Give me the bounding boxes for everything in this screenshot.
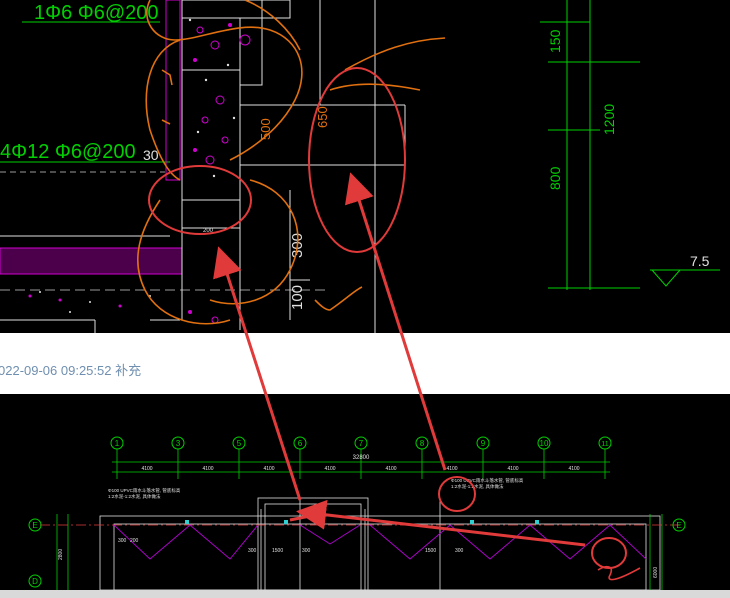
svg-text:800: 800	[547, 166, 563, 190]
orange-markup	[137, 0, 446, 325]
row-label-e-left: E	[28, 518, 42, 532]
svg-text:4100: 4100	[202, 466, 213, 472]
dimension-lines	[112, 449, 610, 479]
svg-text:4100: 4100	[446, 466, 457, 472]
svg-text:4100: 4100	[568, 466, 579, 472]
row-label-d-left: D	[28, 574, 42, 588]
svg-text:200: 200	[130, 538, 139, 544]
svg-text:E: E	[32, 521, 37, 530]
svg-text:300: 300	[118, 538, 127, 544]
drain-note-left-2: 1:2水泥-1:2水泥, 具体做法	[108, 493, 161, 500]
roof-plan-svg: 1 3 5 6 7 8 9 10 11 32800 4100 4100 4100…	[28, 436, 686, 590]
svg-text:E: E	[676, 521, 681, 530]
axis-bubble: 3	[171, 436, 185, 450]
svg-text:2800: 2800	[58, 549, 64, 560]
svg-text:32800: 32800	[353, 455, 370, 461]
svg-text:3: 3	[176, 439, 181, 448]
svg-text:100: 100	[289, 285, 306, 310]
drain-note-right-2: 1:2水泥-1:2水泥, 具体做法	[451, 483, 504, 490]
axis-bubble: 11	[598, 436, 612, 450]
svg-text:300: 300	[248, 548, 257, 554]
rebar-label-top: 1Φ6 Φ6@200	[22, 2, 160, 24]
svg-text:4Φ12 Φ6@200: 4Φ12 Φ6@200	[0, 141, 136, 163]
post-timestamp: 022-09-06 09:25:52 补充	[0, 363, 142, 378]
svg-text:4100: 4100	[141, 466, 152, 472]
svg-text:1200: 1200	[601, 104, 617, 135]
dimension-chain-right	[540, 0, 720, 290]
svg-text:10: 10	[540, 439, 549, 448]
svg-text:11: 11	[601, 441, 608, 448]
svg-text:9: 9	[481, 439, 486, 448]
axis-bubble: 9	[476, 436, 490, 450]
axis-bubble: 10	[537, 436, 551, 450]
svg-text:1: 1	[115, 439, 120, 448]
cad-drawing-top: 1Φ6 Φ6@200 4Φ12 Φ6@200 30 500 650 300 10…	[0, 0, 730, 333]
bottom-scrollbar-strip	[0, 590, 730, 598]
concrete-aggregate	[28, 23, 251, 324]
svg-text:D: D	[32, 577, 38, 586]
svg-text:6: 6	[298, 439, 303, 448]
axis-grid-labels: 1 3 5 6 7 8 9 10 11	[110, 436, 612, 450]
svg-text:4100: 4100	[507, 466, 518, 472]
roof-slope-lines	[113, 524, 647, 560]
axis-bubble: 5	[232, 436, 246, 450]
cad-drawing-bottom: 1 3 5 6 7 8 9 10 11 32800 4100 4100 4100…	[0, 394, 730, 590]
svg-text:8: 8	[420, 439, 425, 448]
axis-bubble: 7	[354, 436, 368, 450]
svg-text:4100: 4100	[324, 466, 335, 472]
svg-text:30: 30	[143, 147, 159, 163]
insulation-layer	[0, 0, 183, 275]
roof-outline	[99, 497, 661, 590]
svg-text:300: 300	[455, 548, 464, 554]
drain-note-left: Φ100 UPVC雨水斗落水管, 管底标高	[108, 487, 181, 494]
axis-bubble: 1	[110, 436, 124, 450]
svg-text:150: 150	[547, 29, 563, 53]
svg-text:1500: 1500	[425, 548, 436, 554]
svg-text:5: 5	[237, 439, 242, 448]
axis-bubble: 8	[415, 436, 429, 450]
svg-text:300: 300	[302, 548, 311, 554]
svg-text:1500: 1500	[272, 548, 283, 554]
rebar-label-main: 4Φ12 Φ6@200 30	[0, 141, 170, 163]
red-highlight-ellipses	[148, 67, 406, 253]
svg-text:4100: 4100	[263, 466, 274, 472]
small-dimensions: 200 300 300 1500 300 1500 300	[118, 538, 464, 554]
svg-text:6000: 6000	[653, 567, 659, 578]
drain-note-right: Φ100 UPVC雨水斗落水管, 管底标高	[451, 477, 524, 484]
svg-text:7: 7	[359, 439, 364, 448]
svg-text:7.5: 7.5	[690, 253, 710, 269]
svg-text:4100: 4100	[385, 466, 396, 472]
drain-points	[185, 520, 539, 524]
svg-text:1Φ6 Φ6@200: 1Φ6 Φ6@200	[34, 2, 159, 24]
section-detail-svg: 1Φ6 Φ6@200 4Φ12 Φ6@200 30 500 650 300 10…	[0, 0, 720, 333]
axis-bubble: 6	[293, 436, 307, 450]
